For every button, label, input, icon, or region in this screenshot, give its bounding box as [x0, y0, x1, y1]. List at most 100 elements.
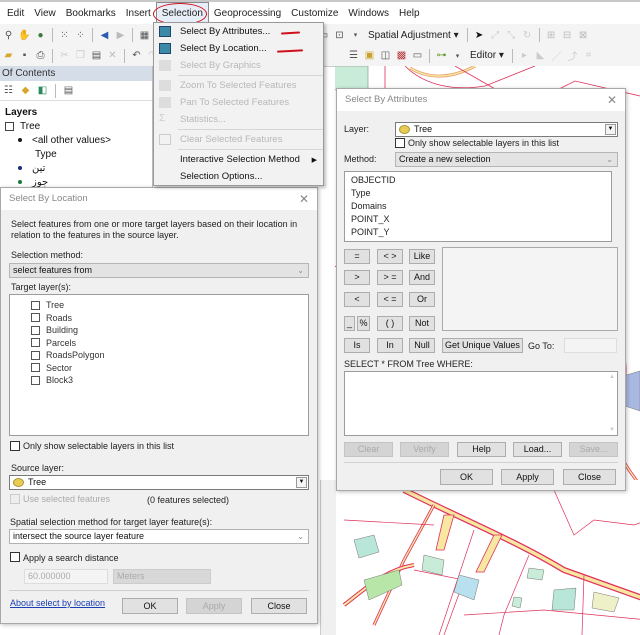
- multi-link-icon[interactable]: ↻: [521, 29, 534, 42]
- operator-less-equal-button[interactable]: < =: [377, 292, 403, 307]
- only-selectable-checkbox[interactable]: [395, 138, 405, 148]
- full-extent-globe-icon[interactable]: ●: [34, 29, 47, 42]
- list-by-source-icon[interactable]: ◆: [19, 84, 32, 97]
- table-of-contents-icon[interactable]: ☰: [347, 49, 360, 62]
- straight-segment-icon[interactable]: ／: [550, 49, 563, 63]
- operator-null-button[interactable]: Null: [409, 338, 435, 353]
- menu-help[interactable]: Help: [394, 3, 425, 25]
- model-builder-icon[interactable]: ⊶: [435, 49, 448, 62]
- target-layer-item[interactable]: Building: [31, 324, 308, 337]
- editor-menu[interactable]: Editor ▾: [467, 50, 507, 61]
- save-icon[interactable]: ▪: [18, 49, 31, 62]
- use-selected-features-checkbox[interactable]: [10, 494, 20, 504]
- menu-item-select-by-location[interactable]: Select By Location...: [154, 40, 323, 57]
- limited-adjustment-icon[interactable]: ⊠: [577, 29, 590, 42]
- menu-item-pan-to-selected[interactable]: Pan To Selected Features: [154, 94, 323, 111]
- target-layer-checkbox[interactable]: [31, 338, 40, 348]
- verify-button[interactable]: Verify: [400, 442, 449, 457]
- delete-icon[interactable]: ✕: [106, 49, 119, 62]
- target-layer-checkbox[interactable]: [31, 325, 40, 335]
- field-item[interactable]: Type: [345, 187, 611, 200]
- operator-greater-button[interactable]: >: [344, 270, 370, 285]
- target-layer-checkbox[interactable]: [31, 350, 40, 360]
- zoom-out-icon[interactable]: ⚲: [2, 29, 15, 42]
- help-button[interactable]: Help: [457, 442, 506, 457]
- only-selectable-checkbox[interactable]: [10, 441, 20, 451]
- new-displacement-link-icon[interactable]: ⤢: [489, 29, 502, 42]
- menu-item-statistics[interactable]: Σ Statistics...: [154, 111, 323, 128]
- go-to-input[interactable]: [564, 338, 617, 353]
- search-distance-input[interactable]: 60.000000: [24, 569, 108, 584]
- copy-icon[interactable]: ❐: [74, 49, 87, 62]
- load-button[interactable]: Load...: [513, 442, 562, 457]
- menu-item-zoom-to-selected[interactable]: Zoom To Selected Features: [154, 77, 323, 94]
- field-item[interactable]: POINT_Y: [345, 226, 611, 239]
- identify-icon[interactable]: ⊡: [333, 29, 346, 42]
- ok-button[interactable]: OK: [440, 469, 493, 485]
- method-select[interactable]: Create a new selection ⌄: [395, 152, 618, 167]
- menu-view[interactable]: View: [29, 3, 61, 25]
- spatial-adjustment-menu[interactable]: Spatial Adjustment ▾: [365, 30, 462, 41]
- modify-link-icon[interactable]: ⤡: [505, 29, 518, 42]
- target-layer-checkbox[interactable]: [31, 375, 40, 385]
- python-window-icon[interactable]: ▭: [411, 49, 424, 62]
- menu-edit[interactable]: Edit: [2, 3, 29, 25]
- target-layer-item[interactable]: Parcels: [31, 337, 308, 350]
- paste-icon[interactable]: ▤: [90, 49, 103, 62]
- menu-item-select-by-graphics[interactable]: Select By Graphics: [154, 57, 323, 74]
- get-unique-values-button[interactable]: Get Unique Values: [442, 338, 523, 353]
- operator-not-button[interactable]: Not: [409, 316, 435, 331]
- link-table-icon[interactable]: ⊞: [545, 29, 558, 42]
- target-layer-checkbox[interactable]: [31, 300, 40, 310]
- menu-bookmarks[interactable]: Bookmarks: [61, 3, 121, 25]
- target-layer-checkbox[interactable]: [31, 363, 40, 373]
- toc-options-icon[interactable]: ▤: [62, 84, 75, 97]
- search-distance-checkbox[interactable]: [10, 552, 20, 562]
- target-layers-list[interactable]: Tree Roads Building Parcels RoadsPolygon…: [9, 294, 309, 436]
- list-by-drawing-order-icon[interactable]: ☷: [2, 84, 15, 97]
- undo-icon[interactable]: ↶: [130, 49, 143, 62]
- menu-item-select-by-attributes[interactable]: Select By Attributes...: [154, 23, 323, 40]
- toolbar-overflow-icon[interactable]: ▾: [451, 49, 464, 62]
- close-icon[interactable]: ✕: [299, 188, 309, 210]
- menu-windows[interactable]: Windows: [343, 3, 394, 25]
- operator-percent-button[interactable]: %: [357, 316, 370, 331]
- target-layer-item[interactable]: Sector: [31, 362, 308, 375]
- query-expression-input[interactable]: ▲ ▼: [344, 371, 618, 436]
- operator-equals-button[interactable]: =: [344, 249, 370, 264]
- target-layer-item[interactable]: Tree: [31, 299, 308, 312]
- operator-not-equal-button[interactable]: < >: [377, 249, 403, 264]
- save-button[interactable]: Save...: [569, 442, 618, 457]
- ok-button[interactable]: OK: [122, 598, 178, 614]
- open-folder-icon[interactable]: ▰: [2, 49, 15, 62]
- close-button[interactable]: Close: [251, 598, 307, 614]
- endpoint-arc-icon[interactable]: ⤴: [566, 49, 579, 63]
- trace-icon[interactable]: ⌗: [582, 49, 595, 62]
- forward-arrow-icon[interactable]: ▶: [114, 29, 127, 42]
- spatial-method-select[interactable]: intersect the source layer feature ⌄: [9, 529, 309, 544]
- fixed-zoom-in-icon[interactable]: ⁙: [58, 29, 71, 42]
- layer-visibility-checkbox[interactable]: [5, 121, 14, 131]
- clear-button[interactable]: Clear: [344, 442, 393, 457]
- catalog-icon[interactable]: ▣: [363, 49, 376, 62]
- menu-item-clear-selected[interactable]: Clear Selected Features: [154, 131, 323, 148]
- fixed-zoom-out-icon[interactable]: ⁘: [74, 29, 87, 42]
- select-features-icon[interactable]: ▦: [138, 29, 151, 42]
- operator-less-button[interactable]: <: [344, 292, 370, 307]
- toolbar-overflow-icon[interactable]: ▾: [349, 29, 362, 42]
- source-layer-select[interactable]: Tree ▼: [9, 475, 309, 490]
- field-item[interactable]: Domains: [345, 200, 611, 213]
- scrollbar-down-arrow-icon[interactable]: ▼: [609, 427, 615, 433]
- layer-select[interactable]: Tree ▼: [395, 122, 618, 137]
- close-icon[interactable]: ✕: [607, 89, 617, 111]
- selection-method-select[interactable]: select features from ⌄: [9, 263, 309, 278]
- back-arrow-icon[interactable]: ◀: [98, 29, 111, 42]
- target-layer-item[interactable]: RoadsPolygon: [31, 349, 308, 362]
- pan-hand-icon[interactable]: ✋: [18, 29, 31, 42]
- field-item[interactable]: OBJECTID: [345, 174, 611, 187]
- edit-tool-icon[interactable]: ▸: [518, 49, 531, 62]
- field-item[interactable]: POINT_X: [345, 213, 611, 226]
- target-layer-item[interactable]: Roads: [31, 312, 308, 325]
- select-elements-arrow-icon[interactable]: ➤: [473, 29, 486, 42]
- menu-item-interactive-selection-method[interactable]: Interactive Selection Method ▶: [154, 151, 323, 168]
